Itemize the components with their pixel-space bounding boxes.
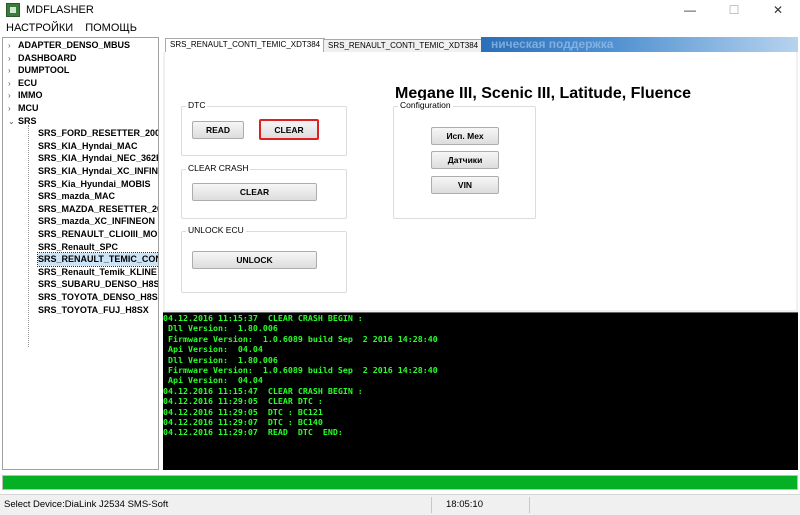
tree-item-srs[interactable]: ⌄ SRS: [8, 115, 37, 128]
tree-item-srs-module[interactable]: SRS_TOYOTA_FUJ_H8SX: [38, 304, 149, 317]
tree-connector: [28, 125, 29, 347]
tab-strip: SRS_RENAULT_CONTI_TEMIC_XDT384 SRS_RENAU…: [163, 37, 798, 52]
tree-item-ecu[interactable]: › ECU: [8, 77, 37, 90]
actuators-button[interactable]: Исп. Мех: [431, 127, 499, 145]
content-area: SRS_RENAULT_CONTI_TEMIC_XDT384 SRS_RENAU…: [163, 37, 798, 312]
tree-item-srs-module[interactable]: SRS_MAZDA_RESETTER_20: [38, 203, 158, 216]
clear-crash-group-label: CLEAR CRASH: [186, 163, 251, 173]
banner-text: ническая поддержка: [491, 37, 614, 51]
tree-item-dashboard[interactable]: › DASHBOARD: [8, 52, 77, 65]
configuration-group: Configuration Исп. Мех Датчики VIN: [393, 100, 536, 219]
window-controls: — ☐ ✕: [668, 0, 800, 20]
log-line: Dll Version: 1.80.006: [163, 323, 278, 334]
log-line: Firmware Version: 1.0.6089 build Sep 2 2…: [163, 365, 438, 375]
tree-item-srs-module[interactable]: SRS_Renault_Temik_KLINE: [38, 266, 157, 279]
dtc-group-label: DTC: [186, 100, 208, 110]
tree-item-label: DASHBOARD: [18, 52, 77, 63]
progress-bar: [2, 475, 798, 490]
tree-item-label: MCU: [18, 103, 39, 113]
tree-item-label: ADAPTER_DENSO_MBUS: [18, 40, 131, 50]
tree-item-srs-module[interactable]: SRS_RENAULT_CLIOIII_MO: [38, 228, 157, 241]
log-line: 04.12.2016 11:29:05 DTC : BC121: [163, 406, 323, 417]
log-console[interactable]: 04.12.2016 11:15:37 CLEAR CRASH BEGIN : …: [163, 312, 798, 470]
unlock-ecu-group-label: UNLOCK ECU: [186, 225, 246, 235]
log-line: Dll Version: 1.80.006: [163, 354, 278, 365]
tree-item-immo[interactable]: › IMMO: [8, 89, 43, 102]
log-line: 04.12.2016 11:29:07 DTC : BC140: [163, 417, 323, 427]
unlock-ecu-group: UNLOCK ECU UNLOCK: [181, 225, 347, 293]
device-status: Select Device:DiaLink J2534 SMS-Soft: [4, 499, 169, 510]
status-time: 18:05:10: [446, 499, 483, 510]
sensors-button[interactable]: Датчики: [431, 151, 499, 169]
log-line: 04.12.2016 11:15:47 CLEAR CRASH BEGIN :: [163, 385, 363, 396]
log-line: 04.12.2016 11:29:07 READ DTC END:: [163, 427, 343, 438]
tree-item-srs-module[interactable]: SRS_RENAULT_TEMIC_CONT: [36, 252, 158, 267]
log-line: Firmware Version: 1.0.6089 build Sep 2 2…: [163, 333, 438, 344]
menu-settings[interactable]: НАСТРОЙКИ: [0, 22, 79, 34]
banner-image: ническая поддержка: [481, 37, 798, 52]
tree-item-dumptool[interactable]: › DUMPTOOL: [8, 64, 69, 77]
status-separator: [431, 497, 432, 513]
configuration-group-label: Configuration: [398, 100, 453, 110]
maximize-button[interactable]: ☐: [712, 0, 756, 20]
app-icon: [6, 3, 20, 17]
tree-item-srs-module[interactable]: SRS_mazda_XC_INFINEON: [38, 215, 155, 228]
dtc-group: DTC READ CLEAR: [181, 100, 347, 156]
module-tree[interactable]: › ADAPTER_DENSO_MBUS › DASHBOARD › DUMPTOOL…: [2, 37, 159, 470]
close-button[interactable]: ✕: [756, 0, 800, 20]
tree-item-srs-module[interactable]: SRS_SUBARU_DENSO_H8SX: [38, 278, 158, 291]
log-line: 04.12.2016 11:29:05 CLEAR DTC :: [163, 396, 323, 407]
tree-item-adapter[interactable]: › ADAPTER_DENSO_MBUS: [8, 39, 130, 52]
minimize-button[interactable]: —: [668, 0, 712, 20]
collapse-icon[interactable]: ⌄: [8, 116, 18, 129]
tab-second[interactable]: SRS_RENAULT_CONTI_TEMIC_XDT384: [323, 39, 484, 52]
status-bar: Select Device:DiaLink J2534 SMS-Soft 18:…: [0, 494, 800, 515]
log-line: Api Version: 04.04: [163, 375, 263, 386]
tree-item-srs-module[interactable]: SRS_KIA_Hyndai_XC_INFIN: [38, 165, 158, 178]
tree-item-srs-module[interactable]: SRS_mazda_MAC: [38, 190, 115, 203]
tree-item-srs-module[interactable]: SRS_FORD_RESETTER_2005: [38, 127, 158, 140]
log-line: Api Version: 04.04: [163, 344, 263, 355]
tree-item-srs-module[interactable]: SRS_KIA_Hyndai_NEC_362R: [38, 152, 158, 165]
title-bar: MDFLASHER — ☐ ✕: [0, 0, 800, 20]
status-separator: [529, 497, 530, 513]
tree-item-srs-module[interactable]: SRS_KIA_Hyndai_MAC: [38, 140, 138, 153]
log-line: 04.12.2016 11:15:37 CLEAR CRASH BEGIN :: [163, 313, 363, 323]
tab-active[interactable]: SRS_RENAULT_CONTI_TEMIC_XDT384: [165, 38, 326, 52]
tree-item-label: ECU: [18, 77, 38, 88]
tree-item-srs-module[interactable]: SRS_TOYOTA_DENSO_H8SX: [38, 291, 158, 304]
menu-bar: НАСТРОЙКИ ПОМОЩЬ: [0, 20, 800, 36]
tab-panel: Megane III, Scenic III, Latitude, Fluenc…: [165, 52, 796, 310]
tree-item-srs-module[interactable]: SRS_Kia_Hyundai_MOBIS: [38, 178, 151, 191]
unlock-ecu-button[interactable]: UNLOCK: [192, 251, 317, 269]
tree-item-srs-module[interactable]: SRS_Renault_SPC: [38, 241, 118, 254]
tree-item-label: DUMPTOOL: [18, 65, 70, 76]
clear-dtc-button[interactable]: CLEAR: [259, 119, 319, 140]
clear-crash-group: CLEAR CRASH CLEAR: [181, 163, 347, 219]
progress-fill: [3, 476, 797, 489]
tree-item-mcu[interactable]: › MCU: [8, 102, 39, 115]
menu-help[interactable]: ПОМОЩЬ: [79, 22, 143, 34]
tree-item-label: IMMO: [18, 90, 43, 101]
clear-crash-button[interactable]: CLEAR: [192, 183, 317, 201]
read-dtc-button[interactable]: READ: [192, 121, 244, 139]
vin-button[interactable]: VIN: [431, 176, 499, 194]
window-title: MDFLASHER: [26, 4, 94, 16]
